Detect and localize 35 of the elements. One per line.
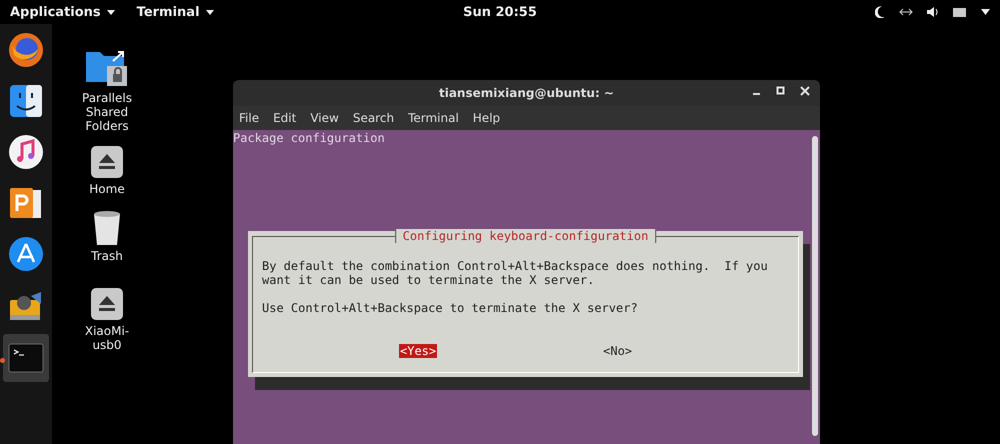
maximize-button[interactable]	[776, 86, 786, 96]
app-menu[interactable]: Terminal	[136, 4, 214, 20]
shared-folder-icon[interactable]	[84, 48, 129, 88]
battery-icon[interactable]	[953, 8, 967, 16]
menu-item[interactable]: Edit	[273, 111, 296, 125]
volume-icon[interactable]	[927, 7, 939, 17]
dialog-text: want it can be used to terminate the X server.	[262, 273, 594, 287]
dialog-text: By default the combination Control+Alt+Backspace does nothing. If you	[262, 259, 768, 273]
eject-icon[interactable]	[90, 145, 124, 179]
menu-item[interactable]: Terminal	[408, 111, 459, 125]
menu-item[interactable]: View	[310, 111, 339, 125]
trash-icon[interactable]	[92, 208, 122, 246]
menu-item[interactable]: Help	[472, 111, 500, 125]
eject-icon[interactable]	[90, 287, 124, 321]
network-icon[interactable]	[899, 8, 913, 16]
terminal-line: Package configuration	[233, 131, 385, 145]
scrollbar[interactable]	[812, 136, 818, 436]
icon-label[interactable]: Parallels Shared Folders	[82, 91, 132, 133]
close-button[interactable]	[800, 86, 810, 96]
applications-menu[interactable]: Applications	[10, 4, 115, 20]
icon-label[interactable]: XiaoMi- usb0	[84, 324, 130, 352]
window-title: tiansemixiang@ubuntu: ~	[438, 86, 614, 100]
dialog-title: Configuring keyboard-configuration	[394, 229, 656, 243]
caret-icon	[206, 10, 214, 14]
dialog-text: Use Control+Alt+Backspace to terminate the X server?	[262, 301, 638, 315]
icon-label[interactable]: Home	[89, 182, 125, 196]
icon-label[interactable]: Trash	[91, 249, 123, 263]
caret-icon	[106, 10, 115, 14]
caret-icon[interactable]	[981, 9, 990, 15]
clock[interactable]: Sun 20:55	[463, 4, 537, 20]
dialog-button[interactable]: <No>	[602, 344, 634, 358]
menu-item[interactable]: Search	[352, 111, 394, 125]
dialog-button[interactable]: <Yes>	[399, 344, 438, 358]
moon-icon[interactable]	[875, 6, 885, 18]
menu-item[interactable]: File	[239, 111, 260, 125]
